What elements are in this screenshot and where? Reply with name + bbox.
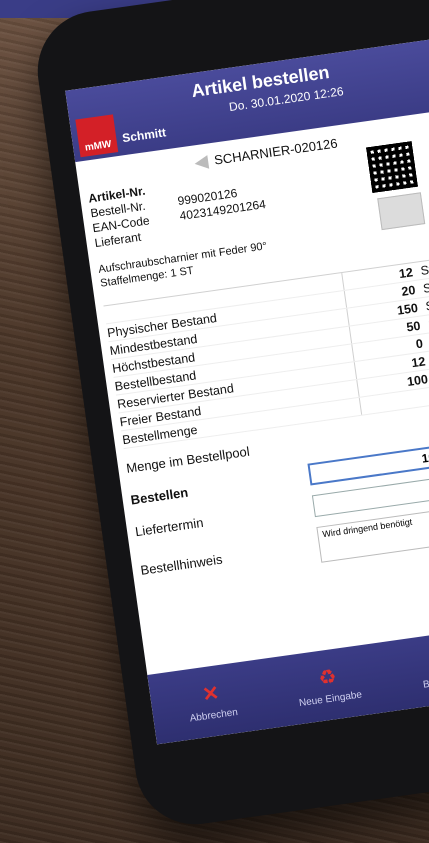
cancel-button[interactable]: ✕ Abbrechen bbox=[179, 676, 245, 726]
new-entry-label: Neue Eingabe bbox=[298, 689, 363, 710]
order-button[interactable]: Be bbox=[413, 650, 429, 693]
qr-code-icon bbox=[366, 141, 418, 194]
cancel-label: Abbrechen bbox=[189, 706, 239, 725]
note-label: Bestellhinweis bbox=[139, 551, 224, 578]
recycle-icon: ♻ bbox=[317, 665, 338, 691]
app-screen: mMW Schmitt Artikel bestellen Do. 30.01.… bbox=[65, 30, 429, 745]
new-entry-button[interactable]: ♻ Neue Eingabe bbox=[288, 659, 369, 711]
stock-unit: St bbox=[419, 261, 429, 278]
order-label: Be bbox=[422, 678, 429, 691]
stock-value bbox=[361, 396, 429, 406]
content: ◀ SCHARNIER-020126 ▶ Artikel-Nr. Bestell… bbox=[75, 102, 429, 591]
bottom-toolbar: ✕ Abbrechen ♻ Neue Eingabe Be bbox=[147, 615, 429, 745]
close-icon: ✕ bbox=[200, 682, 221, 707]
cart-icon bbox=[422, 652, 429, 676]
brand-logo: mMW bbox=[75, 114, 119, 158]
user-name: Schmitt bbox=[121, 125, 167, 146]
product-image[interactable] bbox=[377, 192, 426, 231]
